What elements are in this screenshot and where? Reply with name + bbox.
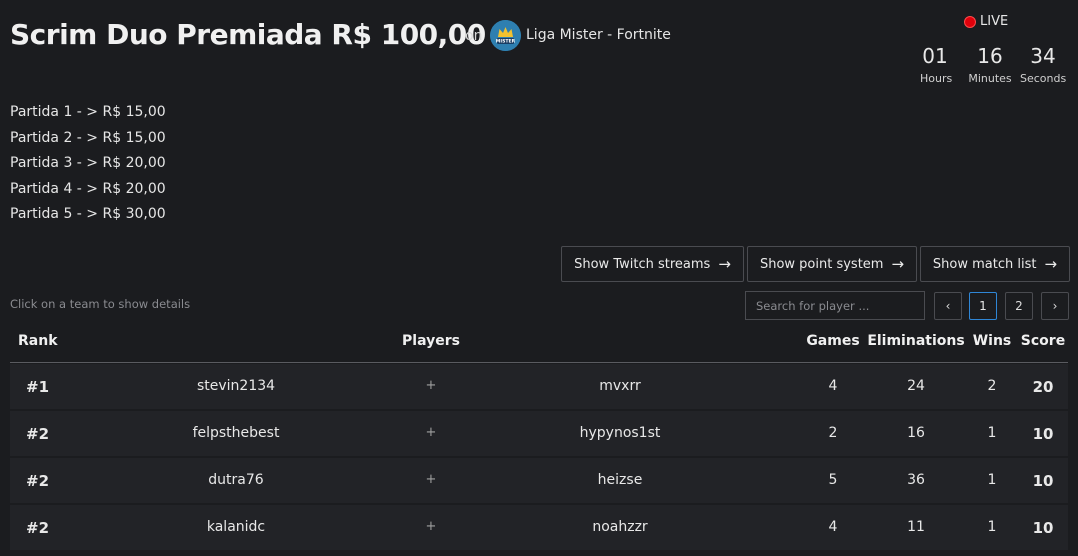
page-title: Scrim Duo Premiada R$ 100,00 <box>10 18 486 51</box>
games-cell: 2 <box>828 425 838 441</box>
prize-item: Partida 2 - > R$ 15,00 <box>10 129 166 146</box>
prize-item: Partida 5 - > R$ 30,00 <box>10 206 166 222</box>
org-name-link[interactable]: Liga Mister - Fortnite <box>526 27 671 43</box>
chevron-left-icon: ‹ <box>945 299 951 313</box>
eliminations-cell: 11 <box>907 519 925 535</box>
hours-value: 01 <box>922 44 948 68</box>
table-hint: Click on a team to show details <box>10 297 191 311</box>
plus-separator: + <box>425 472 437 487</box>
table-header: Rank Players Games Eliminations Wins Sco… <box>0 333 1078 363</box>
header-wins: Wins <box>972 333 1012 349</box>
games-cell: 4 <box>828 378 838 394</box>
wins-cell: 1 <box>987 519 997 535</box>
prize-item: Partida 1 - > R$ 15,00 <box>10 104 166 120</box>
eliminations-cell: 36 <box>907 472 925 488</box>
prev-page-button[interactable]: ‹ <box>934 292 962 320</box>
rank-cell: #2 <box>26 472 50 490</box>
table-row[interactable]: #2 dutra76 + heizse 5 36 1 10 <box>10 458 1068 504</box>
seconds-value: 34 <box>1030 44 1056 68</box>
score-cell: 10 <box>1032 519 1054 537</box>
header-rank: Rank <box>18 333 58 349</box>
player1-cell: felpsthebest <box>192 425 280 441</box>
button-label: Show match list <box>932 256 1037 272</box>
score-cell: 20 <box>1032 378 1054 396</box>
prize-list: Partida 1 - > R$ 15,00 Partida 2 - > R$ … <box>10 104 166 232</box>
plus-separator: + <box>425 425 437 440</box>
chevron-right-icon: › <box>1052 299 1058 313</box>
crown-logo-icon: MISTER <box>490 20 521 51</box>
plus-separator: + <box>425 519 437 534</box>
header-divider <box>10 362 1068 363</box>
countdown-hours: 01 Hours <box>920 44 953 85</box>
rank-cell: #1 <box>26 378 50 396</box>
player2-cell: noahzzr <box>592 519 648 535</box>
header-score: Score <box>1020 333 1066 349</box>
wins-cell: 1 <box>987 425 997 441</box>
table-row[interactable]: #1 stevin2134 + mvxrr 4 24 2 20 <box>10 364 1068 410</box>
page-2-button[interactable]: 2 <box>1005 292 1033 320</box>
arrow-right-icon: → <box>718 255 731 273</box>
games-cell: 4 <box>828 519 838 535</box>
table-row[interactable]: #2 kalanidc + noahzzr 4 11 1 10 <box>10 505 1068 551</box>
org-logo[interactable]: MISTER <box>490 20 521 51</box>
rank-cell: #2 <box>26 519 50 537</box>
arrow-right-icon: → <box>1044 255 1058 273</box>
games-cell: 5 <box>828 472 838 488</box>
button-label: Show point system <box>759 256 884 272</box>
table-row[interactable]: #2 felpsthebest + hypynos1st 2 16 1 10 <box>10 411 1068 457</box>
eliminations-cell: 16 <box>907 425 925 441</box>
button-label: Show Twitch streams <box>574 256 711 272</box>
show-point-system-button[interactable]: Show point system → <box>747 246 917 282</box>
wins-cell: 2 <box>987 378 997 394</box>
player2-cell: mvxrr <box>599 378 641 394</box>
header-eliminations: Eliminations <box>867 333 965 349</box>
prize-item: Partida 4 - > R$ 20,00 <box>10 180 166 197</box>
next-page-button[interactable]: › <box>1041 292 1069 320</box>
countdown-minutes: 16 Minutes <box>968 44 1012 85</box>
score-cell: 10 <box>1032 472 1054 490</box>
page-1-button[interactable]: 1 <box>969 292 997 320</box>
minutes-label: Minutes <box>968 72 1012 85</box>
header-players: Players <box>402 333 460 349</box>
minutes-value: 16 <box>977 44 1003 68</box>
plus-separator: + <box>425 378 437 393</box>
prize-item: Partida 3 - > R$ 20,00 <box>10 155 166 171</box>
player1-cell: dutra76 <box>208 472 264 488</box>
org-logo-text: MISTER <box>496 39 516 45</box>
rank-cell: #2 <box>26 425 50 443</box>
player-search-input[interactable] <box>745 291 925 320</box>
header-games: Games <box>806 333 860 349</box>
seconds-label: Seconds <box>1020 72 1067 85</box>
player1-cell: stevin2134 <box>196 378 276 394</box>
hours-label: Hours <box>920 72 953 85</box>
live-dot-icon <box>964 15 976 28</box>
player2-cell: hypynos1st <box>579 425 661 441</box>
score-cell: 10 <box>1032 425 1054 443</box>
countdown-seconds: 34 Seconds <box>1020 44 1066 85</box>
player1-cell: kalanidc <box>206 519 266 535</box>
show-twitch-streams-button[interactable]: Show Twitch streams → <box>561 246 744 282</box>
wins-cell: 1 <box>987 472 997 488</box>
live-indicator: LIVE <box>964 14 1008 29</box>
player2-cell: heizse <box>597 472 643 488</box>
live-label: LIVE <box>980 14 1009 29</box>
on-label: on <box>465 28 483 44</box>
show-match-list-button[interactable]: Show match list → <box>920 246 1070 282</box>
arrow-right-icon: → <box>891 255 905 273</box>
eliminations-cell: 24 <box>907 378 925 394</box>
